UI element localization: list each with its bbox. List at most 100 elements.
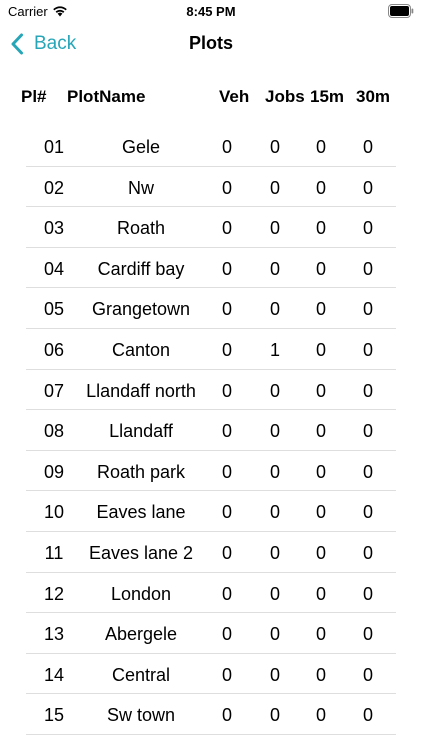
column-header-vehicles: Veh: [219, 87, 250, 106]
table-row[interactable]: 06 Canton 0 1 0 0: [0, 329, 422, 370]
vehicle-count: 0: [221, 583, 232, 604]
count-15m: 0: [315, 137, 326, 157]
table-row[interactable]: 15 Sw town 0 0 0 0: [0, 694, 422, 735]
count-15m: 0: [315, 177, 326, 198]
plot-number: 08: [43, 421, 65, 442]
navigation-bar: Back Plots: [0, 24, 422, 64]
table-row[interactable]: 12 London 0 0 0 0: [0, 573, 422, 614]
column-header-15m: 15m: [310, 87, 345, 106]
plot-number: 14: [43, 664, 65, 685]
vehicle-count: 0: [221, 380, 232, 401]
table-row[interactable]: 07 Llandaff north 0 0 0 0: [0, 370, 422, 411]
column-header-30m: 30m: [356, 87, 391, 106]
vehicle-count: 0: [221, 177, 232, 198]
count-30m: 0: [362, 705, 373, 726]
table-row[interactable]: 11 Eaves lane 2 0 0 0 0: [0, 532, 422, 573]
plot-name: Central: [111, 664, 171, 685]
vehicle-count: 0: [221, 705, 232, 726]
plot-number: 15: [43, 705, 65, 726]
count-30m: 0: [362, 258, 373, 279]
job-count: 0: [269, 258, 280, 279]
plot-number: 02: [43, 177, 65, 198]
plot-name: Llandaff north: [86, 380, 196, 401]
count-30m: 0: [362, 299, 373, 320]
plot-number: 13: [43, 624, 65, 645]
job-count: 0: [269, 664, 280, 685]
count-15m: 0: [315, 380, 326, 401]
count-15m: 0: [315, 502, 326, 523]
plot-number: 04: [43, 258, 65, 279]
plot-name: Roath: [116, 218, 166, 239]
job-count: 0: [269, 542, 280, 563]
count-15m: 0: [315, 461, 326, 482]
table-row[interactable]: 14 Central 0 0 0 0: [0, 654, 422, 695]
job-count: 0: [269, 705, 280, 726]
count-15m: 0: [315, 624, 326, 645]
column-header-jobs: Jobs: [265, 87, 305, 106]
plot-name: London: [110, 583, 172, 604]
count-15m: 0: [315, 299, 326, 320]
job-count: 1: [269, 339, 280, 360]
plot-number: 06: [43, 339, 65, 360]
table-row[interactable]: 05 Grangetown 0 0 0 0: [0, 288, 422, 329]
count-30m: 0: [362, 502, 373, 523]
table-row[interactable]: 13 Abergele 0 0 0 0: [0, 613, 422, 654]
status-time: 8:45 PM: [186, 4, 236, 19]
plot-name: Eaves lane 2: [88, 542, 194, 563]
plot-number: 07: [43, 380, 65, 401]
count-30m: 0: [362, 137, 373, 157]
count-15m: 0: [315, 258, 326, 279]
table-row[interactable]: 02 Nw 0 0 0 0: [0, 167, 422, 208]
page-title: Plots: [188, 33, 233, 53]
plot-number: 09: [43, 461, 65, 482]
plot-name: Abergele: [104, 624, 178, 645]
count-30m: 0: [362, 461, 373, 482]
table-row[interactable]: 10 Eaves lane 0 0 0 0: [0, 491, 422, 532]
vehicle-count: 0: [221, 461, 232, 482]
job-count: 0: [269, 502, 280, 523]
table-row[interactable]: 09 Roath park 0 0 0 0: [0, 451, 422, 492]
plot-number: 05: [43, 299, 65, 320]
vehicle-count: 0: [221, 339, 232, 360]
count-30m: 0: [362, 542, 373, 563]
plot-name: Llandaff: [109, 421, 173, 442]
plot-name: Canton: [111, 339, 171, 360]
job-count: 0: [269, 218, 280, 239]
plot-name: Roath park: [96, 461, 186, 482]
table-row[interactable]: 04 Cardiff bay 0 0 0 0: [0, 248, 422, 289]
vehicle-count: 0: [221, 137, 232, 157]
count-15m: 0: [315, 664, 326, 685]
count-30m: 0: [362, 583, 373, 604]
vehicle-count: 0: [221, 502, 232, 523]
count-15m: 0: [315, 218, 326, 239]
plot-name: Eaves lane: [96, 502, 186, 523]
table-row[interactable]: 08 Llandaff 0 0 0 0: [0, 410, 422, 451]
plot-number: 12: [43, 583, 65, 604]
job-count: 0: [269, 461, 280, 482]
job-count: 0: [269, 583, 280, 604]
vehicle-count: 0: [221, 218, 232, 239]
column-header-plot-name: PlotName: [67, 87, 146, 106]
table-header: Pl# PlotName Veh Jobs 15m 30m: [0, 84, 422, 110]
job-count: 0: [269, 299, 280, 320]
plot-number: 10: [43, 502, 65, 523]
vehicle-count: 0: [221, 542, 232, 563]
table-row[interactable]: 01 Gele 0 0 0 0: [0, 126, 422, 167]
count-15m: 0: [315, 421, 326, 442]
status-bar: Carrier 8:45 PM: [0, 0, 422, 24]
plot-name: Gele: [121, 137, 161, 157]
vehicle-count: 0: [221, 421, 232, 442]
plot-number: 11: [44, 542, 64, 563]
job-count: 0: [269, 380, 280, 401]
table-row[interactable]: 03 Roath 0 0 0 0: [0, 207, 422, 248]
plot-name: Nw: [128, 177, 154, 198]
plot-name: Sw town: [106, 705, 176, 726]
count-15m: 0: [315, 583, 326, 604]
battery-icon: [388, 4, 414, 18]
plots-screen: Carrier 8:45 PM Back Plots Pl# PlotName …: [0, 0, 422, 750]
vehicle-count: 0: [221, 664, 232, 685]
count-30m: 0: [362, 339, 373, 360]
job-count: 0: [269, 177, 280, 198]
vehicle-count: 0: [221, 624, 232, 645]
job-count: 0: [269, 137, 280, 157]
